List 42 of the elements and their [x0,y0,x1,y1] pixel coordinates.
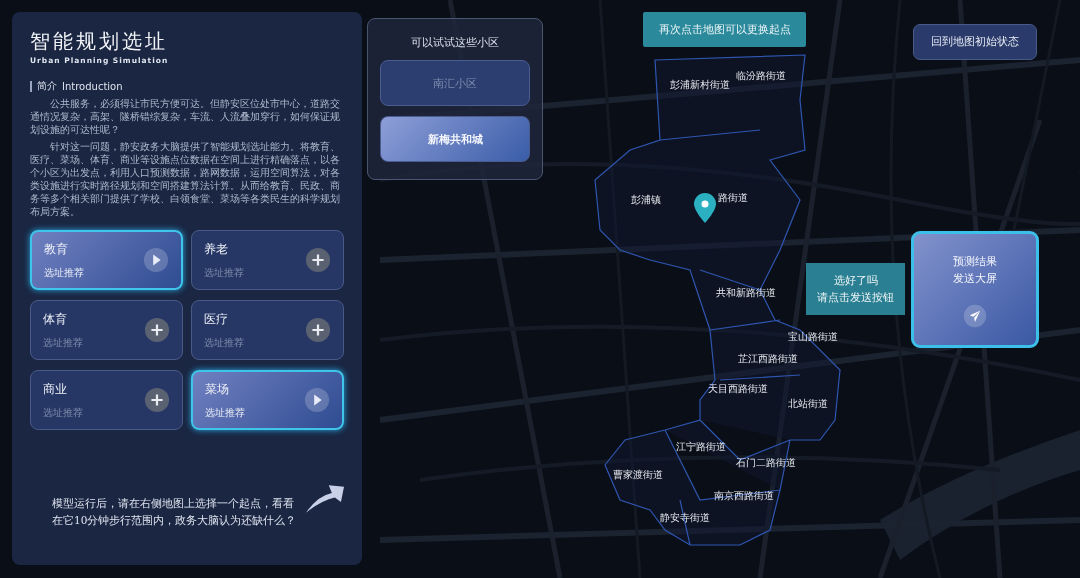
reset-map-button[interactable]: 回到地图初始状态 [913,24,1037,60]
section-heading-english: Introduction [62,80,123,92]
district-label: 共和新路街道 [716,286,776,300]
prompt-text: 请点击发送按钮 [817,290,894,305]
paper-plane-icon [963,304,987,328]
district-label: 彭浦镇 [631,193,661,207]
intro-paragraph: 公共服务，必须得让市民方便可达。但静安区位处市中心，道路交通情况复杂，高架、隧桥错综复杂，车流、人流叠加穿行，如何保证规划设施的可达性呢？ [30,97,341,136]
send-button[interactable]: 预测结果 发送大屏 [911,231,1039,348]
plus-icon [144,387,170,413]
category-card[interactable]: 体育 选址推荐 [30,300,183,360]
district-label: 曹家渡街道 [613,468,663,482]
instruction-text: 模型运行后，请在右侧地图上选择一个起点，看看在它10分钟步行范围内，政务大脑认为还缺什么？ [52,496,298,528]
district-label: 天目西路街道 [708,382,768,396]
play-icon [304,387,330,413]
district-label: 北站街道 [788,397,828,411]
district-label: 南京西路街道 [714,489,774,503]
category-card[interactable]: 菜场 选址推荐 [191,370,344,430]
district-label: 临汾路街道 [736,69,786,83]
category-card[interactable]: 教育 选址推荐 [30,230,183,290]
community-button[interactable]: 新梅共和城 [380,116,530,162]
district-label: 静安寺街道 [660,511,710,525]
app-title: 智能规划选址 [30,28,168,55]
map-tip: 再次点击地图可以更换起点 [643,12,806,47]
district-label: 芷江西路街道 [738,352,798,366]
plus-icon [305,247,331,273]
district-label: 宝山路街道 [788,330,838,344]
district-label: 路街道 [718,191,748,205]
district-label: 彭浦新村街道 [670,78,730,92]
category-card[interactable]: 医疗 选址推荐 [191,300,344,360]
curved-arrow-icon [306,483,344,515]
plus-icon [305,317,331,343]
category-card[interactable]: 商业 选址推荐 [30,370,183,430]
category-card[interactable]: 养老 选址推荐 [191,230,344,290]
intro-paragraph: 针对这一问题，静安政务大脑提供了智能规划选址能力。将教育、医疗、菜场、体育、商业等设施点位数据在空间上进行精确落点，以各个小区为出发点，利用人口预测数据，路网数据，运用空间算法，对各类设施进行实时路径规划和空间搭建算法计算。从而给教育、民政、商务等多个相关部门提供了学校、白领食堂、菜场等各类民生的科学规划布局方案。 [30,140,341,218]
district-label: 江宁路街道 [676,440,726,454]
location-pin-icon [693,193,717,223]
plus-icon [144,317,170,343]
prompt-text: 选好了吗 [833,273,878,288]
section-heading: 简介 [37,79,57,93]
panel-title: 可以试试这些小区 [411,35,499,50]
play-icon [143,247,169,273]
district-label: 石门二路街道 [736,456,796,470]
